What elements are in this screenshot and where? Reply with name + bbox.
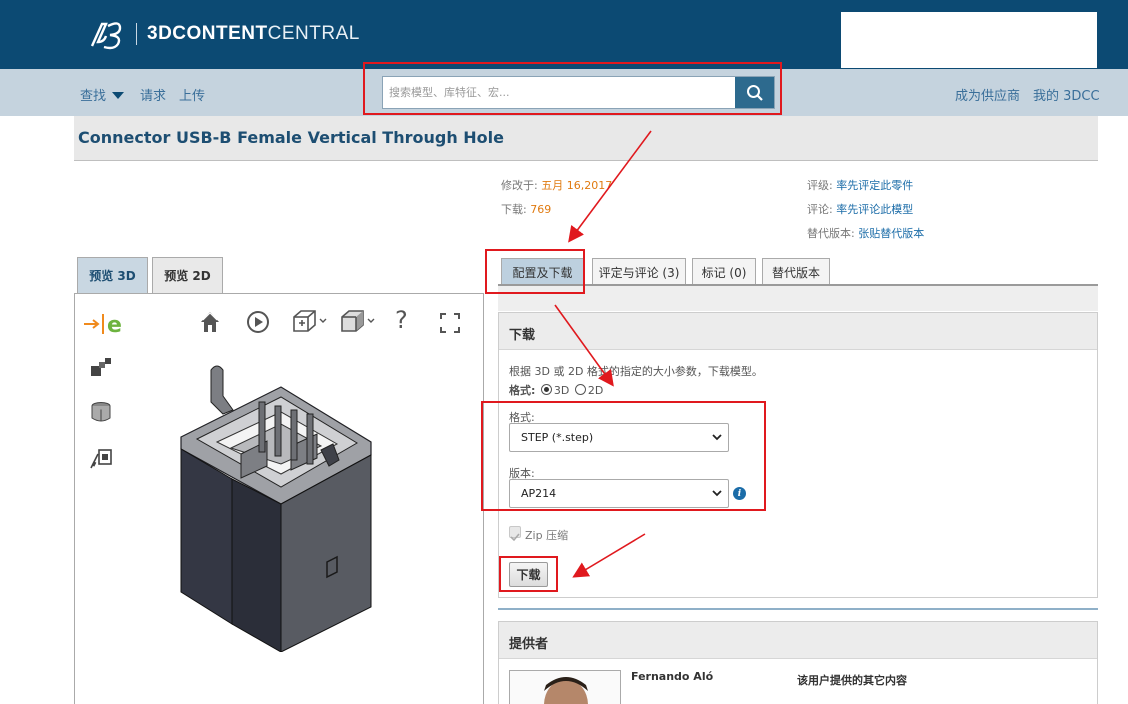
usb-connector-model [180, 365, 372, 652]
dassault-logo-icon [90, 22, 122, 50]
info-icon[interactable]: i [733, 487, 746, 500]
downloads-count: 769 [530, 203, 552, 216]
home-view-icon[interactable] [199, 310, 221, 334]
check-icon [510, 533, 520, 542]
redacted-area [841, 12, 1097, 68]
view-orientation-icon[interactable] [291, 308, 329, 334]
radio-2d-label: 2D [587, 384, 604, 397]
tab-strip [498, 286, 1098, 311]
tab-alt-versions[interactable]: 替代版本 [762, 258, 830, 285]
download-panel: 下载 [498, 312, 1098, 598]
explode-icon[interactable] [89, 356, 113, 378]
downloads-info: 下载: 769 [501, 201, 551, 217]
version-select-value: AP214 [521, 487, 557, 500]
download-button[interactable]: 下载 [509, 562, 548, 587]
nav-my-3dcc-link[interactable]: 我的 3DCC [1033, 85, 1100, 104]
tab-config-download[interactable]: 配置及下载 [501, 258, 584, 285]
format-type-row: 格式: 3D 2D [509, 382, 603, 398]
comments-info: 评论: 率先评论此模型 [807, 201, 913, 217]
search-icon [746, 84, 763, 101]
brand-wordmark: 3DCONTENTCENTRAL [147, 23, 360, 44]
search-input[interactable] [383, 77, 735, 108]
modified-info: 修改于: 五月 16,2017 [501, 177, 612, 193]
nav-become-supplier-link[interactable]: 成为供应商 [955, 85, 1020, 104]
nav-find-label: 查找 [80, 89, 107, 104]
comment-model-link[interactable]: 率先评论此模型 [836, 203, 913, 216]
tab-ratings-reviews[interactable]: 评定与评论 (3) [592, 258, 686, 285]
site-logo[interactable]: 3DCONTENTCENTRAL [86, 14, 360, 54]
top-header: 3DCONTENTCENTRAL [0, 0, 1128, 69]
format-select-value: STEP (*.step) [521, 431, 594, 444]
tab-preview-2d[interactable]: 预览 2D [152, 257, 223, 293]
modified-label: 修改于: [501, 179, 538, 192]
play-animation-icon[interactable] [246, 310, 270, 334]
radio-2d[interactable] [574, 384, 586, 395]
provider-name[interactable]: Fernando Aló [631, 670, 713, 683]
radio-3d[interactable] [540, 384, 552, 395]
page-title: Connector USB-B Female Vertical Through … [78, 128, 505, 147]
format-type-label: 格式: [509, 384, 536, 397]
tab-preview-3d[interactable]: 预览 3D [77, 257, 148, 293]
help-icon[interactable]: ? [395, 306, 408, 334]
radio-3d-label: 3D [553, 384, 570, 397]
user-photo [544, 677, 588, 704]
title-bar: Connector USB-B Female Vertical Through … [74, 116, 1098, 161]
post-alt-version-link[interactable]: 张贴替代版本 [858, 227, 924, 240]
modified-value: 五月 16,2017 [541, 179, 613, 192]
nav-upload-link[interactable]: 上传 [179, 85, 205, 104]
provider-other-content-heading: 该用户提供的其它内容 [797, 674, 907, 687]
rating-label: 评级: [807, 179, 833, 192]
caret-down-icon [112, 92, 125, 99]
version-select[interactable]: AP214 [509, 479, 729, 508]
avatar[interactable] [509, 670, 621, 704]
search-button[interactable] [735, 77, 774, 108]
zip-label: Zip 压缩 [525, 529, 569, 542]
provider-panel-title: 提供者 [499, 622, 1097, 659]
download-panel-title: 下载 [499, 313, 1097, 350]
search-bar [382, 76, 775, 109]
edrawings-logo-icon: e [84, 313, 122, 336]
comments-label: 评论: [807, 203, 833, 216]
3d-viewer[interactable]: e ? [74, 293, 484, 704]
display-style-icon[interactable] [339, 308, 377, 334]
zip-checkbox[interactable] [509, 526, 521, 542]
section-divider [498, 608, 1098, 610]
logo-separator [136, 23, 137, 45]
fullscreen-icon[interactable] [439, 312, 461, 334]
downloads-label: 下载: [501, 203, 527, 216]
measure-icon[interactable] [89, 444, 115, 470]
nav-request-link[interactable]: 请求 [140, 85, 166, 104]
rate-part-link[interactable]: 率先评定此零件 [836, 179, 913, 192]
chevron-down-icon [712, 490, 722, 497]
chevron-down-icon [712, 434, 722, 441]
download-description: 根据 3D 或 2D 格式的指定的大小参数，下载模型。 [509, 365, 763, 378]
svg-text:e: e [107, 313, 122, 336]
format-select[interactable]: STEP (*.step) [509, 423, 729, 452]
section-view-icon[interactable] [89, 400, 113, 424]
rating-info: 评级: 率先评定此零件 [807, 177, 913, 193]
alt-version-label: 替代版本: [807, 227, 855, 240]
tab-tags[interactable]: 标记 (0) [692, 258, 756, 285]
nav-find-menu[interactable]: 查找 [80, 85, 125, 104]
alt-version-info: 替代版本: 张贴替代版本 [807, 225, 924, 241]
